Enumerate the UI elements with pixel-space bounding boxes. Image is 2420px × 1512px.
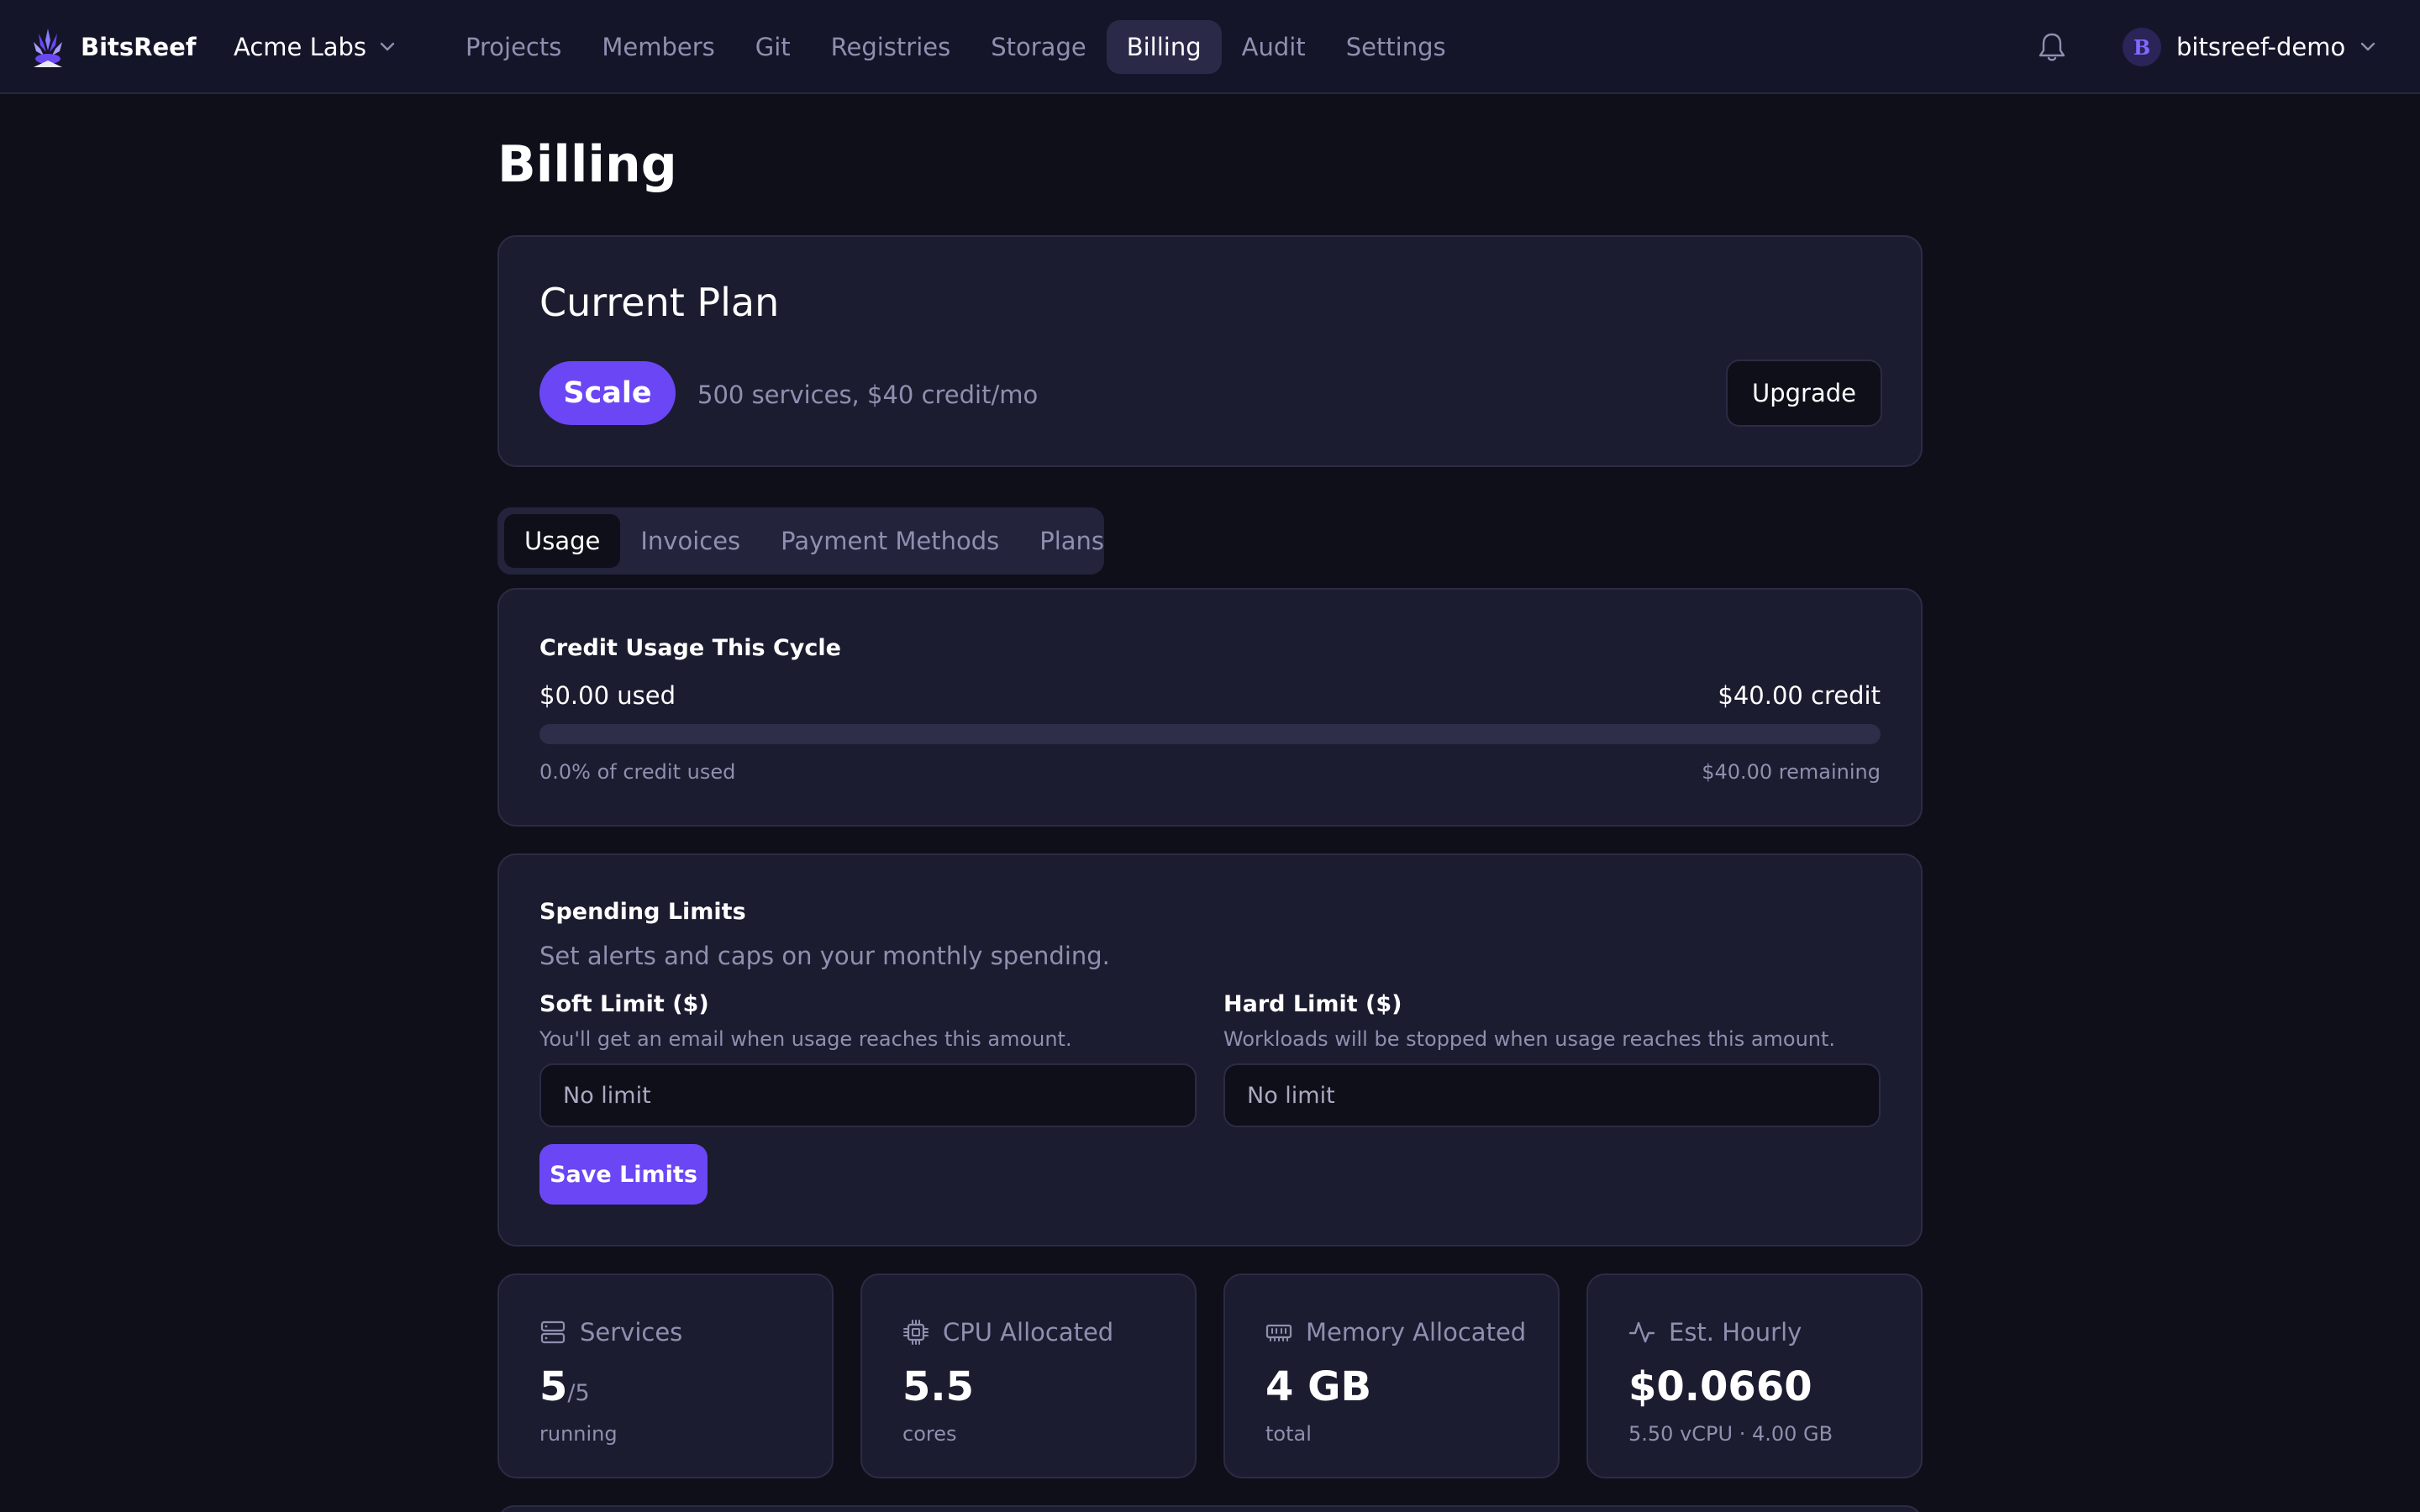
org-switcher[interactable]: Acme Labs: [234, 30, 395, 64]
credit-usage-card: Credit Usage This Cycle $0.00 used $40.0…: [497, 588, 1923, 827]
user-menu[interactable]: B bitsreef-demo: [2123, 27, 2375, 67]
tab-payment-methods[interactable]: Payment Methods: [760, 514, 1019, 568]
nav-registries[interactable]: Registries: [811, 20, 971, 74]
plan-card-title: Current Plan: [539, 280, 780, 325]
app-root: BitsReef Acme Labs Projects Members Git …: [0, 0, 2420, 1512]
stat-card-services: Services 5/5 running: [497, 1273, 834, 1478]
usage-remaining-text: $40.00 remaining: [1702, 760, 1881, 784]
nav-audit[interactable]: Audit: [1222, 20, 1326, 74]
stat-note: cores: [902, 1422, 957, 1446]
upgrade-button[interactable]: Upgrade: [1726, 360, 1882, 427]
limits-title: Spending Limits: [539, 899, 746, 925]
nav-projects[interactable]: Projects: [445, 20, 581, 74]
current-plan-card: Current Plan Scale 500 services, $40 cre…: [497, 235, 1923, 467]
tab-plans[interactable]: Plans: [1019, 514, 1124, 568]
stat-header: Est. Hourly: [1628, 1317, 1802, 1347]
avatar: B: [2123, 28, 2161, 66]
activity-icon: [1628, 1321, 1655, 1343]
soft-limit-label: Soft Limit ($): [539, 991, 709, 1017]
spending-limits-card: Spending Limits Set alerts and caps on y…: [497, 853, 1923, 1247]
tab-invoices[interactable]: Invoices: [620, 514, 760, 568]
main-nav: Projects Members Git Registries Storage …: [445, 20, 1466, 74]
stat-note: total: [1265, 1422, 1312, 1446]
services-running-count: 5: [539, 1363, 568, 1410]
nav-storage[interactable]: Storage: [971, 20, 1106, 74]
bitsreef-logo-icon[interactable]: [30, 25, 66, 69]
stat-value: 4 GB: [1265, 1363, 1372, 1410]
bell-icon[interactable]: [2037, 30, 2067, 64]
page-title: Billing: [497, 135, 677, 194]
server-icon: [540, 1320, 566, 1344]
soft-limit-field: Soft Limit ($) You'll get an email when …: [539, 990, 1197, 1127]
usage-percent-text: 0.0% of credit used: [539, 760, 736, 784]
stat-note: 5.50 vCPU · 4.00 GB: [1628, 1422, 1833, 1446]
org-name: Acme Labs: [234, 33, 367, 61]
stat-label: CPU Allocated: [943, 1318, 1114, 1347]
memory-icon: [1265, 1324, 1292, 1341]
soft-limit-input[interactable]: [539, 1063, 1197, 1127]
stat-value: 5/5: [539, 1362, 590, 1418]
stat-label: Memory Allocated: [1306, 1318, 1527, 1347]
cpu-icon: [903, 1320, 929, 1345]
stat-label: Est. Hourly: [1669, 1318, 1802, 1347]
usage-title: Credit Usage This Cycle: [539, 635, 841, 661]
stat-header: CPU Allocated: [902, 1317, 1113, 1347]
username: bitsreef-demo: [2176, 33, 2346, 61]
top-navbar: BitsReef Acme Labs Projects Members Git …: [0, 0, 2420, 94]
next-section-card: [497, 1505, 1923, 1512]
stat-value: $0.0660: [1628, 1363, 1812, 1410]
hard-limit-field: Hard Limit ($) Workloads will be stopped…: [1223, 990, 1881, 1127]
chevron-down-icon: [2361, 42, 2375, 51]
stat-note: running: [539, 1422, 618, 1446]
credit-progress-bar: [539, 724, 1881, 744]
nav-members[interactable]: Members: [581, 20, 734, 74]
usage-credit-amount: $40.00 credit: [1718, 681, 1881, 710]
stat-card-memory: Memory Allocated 4 GB total: [1223, 1273, 1560, 1478]
hard-limit-label: Hard Limit ($): [1223, 991, 1402, 1017]
chevron-down-icon: [380, 42, 395, 51]
soft-limit-help: You'll get an email when usage reaches t…: [539, 1027, 1072, 1051]
stat-card-cpu: CPU Allocated 5.5 cores: [860, 1273, 1197, 1478]
stat-header: Services: [539, 1317, 682, 1347]
nav-settings[interactable]: Settings: [1326, 20, 1466, 74]
limits-description: Set alerts and caps on your monthly spen…: [539, 942, 1110, 970]
save-limits-button[interactable]: Save Limits: [539, 1144, 708, 1205]
stat-label: Services: [580, 1318, 683, 1347]
hard-limit-input[interactable]: [1223, 1063, 1881, 1127]
tab-usage[interactable]: Usage: [504, 514, 621, 568]
brand-name[interactable]: BitsReef: [81, 30, 196, 64]
nav-billing[interactable]: Billing: [1106, 20, 1222, 74]
stat-header: Memory Allocated: [1265, 1317, 1526, 1347]
plan-badge: Scale: [539, 361, 676, 425]
stat-value: 5.5: [902, 1363, 975, 1410]
nav-git[interactable]: Git: [735, 20, 811, 74]
hard-limit-help: Workloads will be stopped when usage rea…: [1223, 1027, 1836, 1051]
billing-tabs: Usage Invoices Payment Methods Plans: [497, 507, 1104, 575]
stat-card-hourly: Est. Hourly $0.0660 5.50 vCPU · 4.00 GB: [1586, 1273, 1923, 1478]
services-total-count: /5: [567, 1380, 590, 1406]
plan-description: 500 services, $40 credit/mo: [697, 381, 1039, 409]
usage-used-amount: $0.00 used: [539, 681, 676, 710]
